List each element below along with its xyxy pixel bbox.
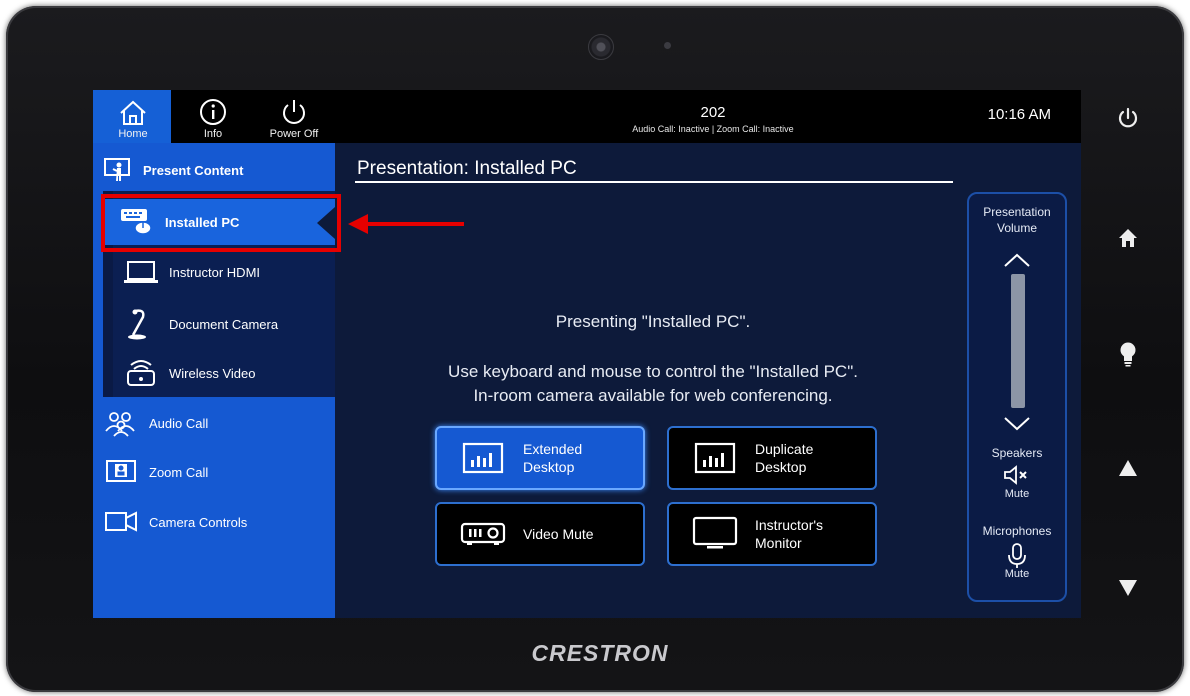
triangle-down-icon	[1119, 580, 1137, 596]
wireless-video-icon	[123, 357, 159, 389]
document-camera-label: Document Camera	[169, 316, 279, 332]
instructors-monitor-line-2: Monitor	[755, 535, 802, 551]
instructor-hdmi-label: Instructor HDMI	[169, 264, 261, 280]
volume-panel: Presentation Volume Speakers Mute Microp…	[967, 192, 1067, 602]
video-mute-label: Video Mute	[523, 526, 594, 542]
video-camera-icon	[103, 509, 139, 535]
annotation-arrow	[346, 212, 466, 241]
sidebar-item-audio-call[interactable]: Audio Call	[103, 409, 208, 437]
duplicate-desktop-line-1: Duplicate	[755, 441, 814, 457]
volume-down-button[interactable]	[1003, 416, 1031, 437]
speakers-mute-label: Mute	[1004, 488, 1030, 500]
instructors-monitor-label: Instructor's Monitor	[755, 516, 823, 552]
zoom-call-label: Zoom Call	[149, 464, 209, 480]
instructions-line-2: In-room camera available for web confere…	[473, 386, 833, 405]
front-camera	[588, 34, 614, 60]
instructions-line-1: Use keyboard and mouse to control the "I…	[448, 362, 858, 381]
power-icon	[283, 100, 305, 124]
home-icon	[1119, 229, 1137, 247]
duplicate-desktop-icon	[689, 436, 741, 480]
hw-power-button[interactable]	[1108, 98, 1148, 138]
microphone-icon	[1008, 543, 1026, 568]
speaker-mute-button[interactable]	[969, 464, 1065, 486]
home-outline-icon	[120, 100, 146, 125]
volume-title: Presentation Volume	[969, 204, 1065, 236]
duplicate-desktop-label: Duplicate Desktop	[755, 440, 813, 476]
hw-home-button[interactable]	[1108, 218, 1148, 258]
speakers-label: Speakers	[991, 446, 1043, 460]
volume-title-line-2: Volume	[996, 221, 1038, 235]
power-icon	[1118, 107, 1138, 128]
brand-logo: CRESTRON	[531, 640, 669, 666]
extended-desktop-line-2: Desktop	[523, 459, 575, 475]
power-off-label: Power Off	[269, 128, 319, 140]
speaker-muted-icon	[1004, 465, 1027, 485]
light-sensor	[664, 42, 671, 49]
lightbulb-icon	[1120, 342, 1136, 367]
extended-desktop-label: Extended Desktop	[523, 440, 582, 476]
touch-screen: Home Info Power Off 202 Audio Call: Inac…	[93, 90, 1081, 618]
hw-volume-up-button[interactable]	[1108, 448, 1148, 488]
people-icon	[103, 409, 139, 437]
camera-controls-label: Camera Controls	[149, 514, 248, 530]
clock: 10:16 AM	[987, 106, 1051, 123]
chevron-down-icon	[1004, 417, 1030, 431]
info-label: Info	[203, 128, 223, 140]
duplicate-desktop-line-2: Desktop	[755, 459, 807, 475]
sidebar-item-camera-controls[interactable]: Camera Controls	[103, 509, 247, 535]
highlight-box	[101, 194, 341, 252]
instructors-monitor-button[interactable]: Instructor's Monitor	[667, 502, 877, 566]
sidebar-item-zoom-call[interactable]: Zoom Call	[103, 459, 208, 485]
sidebar-item-present-content[interactable]: Present Content	[103, 157, 243, 183]
wireless-video-label: Wireless Video	[169, 365, 256, 381]
sidebar-item-instructor-hdmi[interactable]: Instructor HDMI	[123, 259, 260, 285]
home-label: Home	[118, 128, 148, 140]
chevron-up-icon	[1004, 253, 1030, 267]
room-name: 202	[700, 104, 726, 121]
title-divider	[355, 181, 953, 183]
audio-call-label: Audio Call	[149, 415, 209, 431]
triangle-up-icon	[1119, 460, 1137, 476]
document-camera-icon	[123, 307, 159, 341]
page-title: Presentation: Installed PC	[357, 158, 577, 179]
monitor-icon	[689, 512, 741, 556]
sidebar-item-document-camera[interactable]: Document Camera	[123, 307, 278, 341]
microphones-label: Microphones	[982, 524, 1052, 538]
extended-desktop-icon	[457, 436, 509, 480]
presenting-message: Presenting "Installed PC".	[555, 312, 751, 331]
volume-up-button[interactable]	[1003, 252, 1031, 273]
present-content-label: Present Content	[143, 162, 244, 178]
extended-desktop-line-1: Extended	[523, 441, 583, 457]
hw-lights-button[interactable]	[1108, 334, 1148, 374]
instructions-message: Use keyboard and mouse to control the "I…	[353, 360, 953, 408]
volume-title-line-1: Presentation	[983, 205, 1051, 219]
sidebar-item-wireless-video[interactable]: Wireless Video	[123, 357, 255, 389]
power-off-button[interactable]: Power Off	[257, 90, 331, 143]
projector-icon	[457, 512, 509, 556]
volume-slider[interactable]	[1011, 274, 1025, 408]
zoom-call-icon	[103, 459, 139, 485]
microphone-mute-button[interactable]	[969, 542, 1065, 570]
home-button[interactable]: Home	[101, 90, 165, 143]
arrow-left-icon	[348, 214, 464, 234]
video-mute-button[interactable]: Video Mute	[435, 502, 645, 566]
instructors-monitor-line-1: Instructor's	[755, 517, 824, 533]
microphones-mute-label: Mute	[1004, 568, 1030, 580]
top-bar: Home Info Power Off 202 Audio Call: Inac…	[93, 90, 1081, 143]
extended-desktop-button[interactable]: Extended Desktop	[435, 426, 645, 490]
duplicate-desktop-button[interactable]: Duplicate Desktop	[667, 426, 877, 490]
info-icon	[200, 99, 226, 125]
call-status: Audio Call: Inactive | Zoom Call: Inacti…	[632, 124, 794, 134]
laptop-icon	[123, 259, 159, 285]
info-button[interactable]: Info	[189, 90, 237, 143]
hw-volume-down-button[interactable]	[1108, 568, 1148, 608]
presenter-icon	[103, 157, 133, 183]
